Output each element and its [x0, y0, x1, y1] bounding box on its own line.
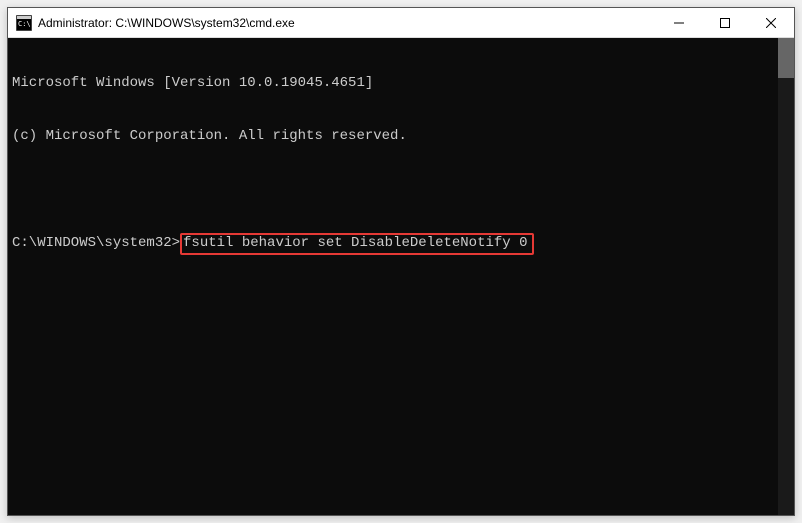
prompt-line: C:\WINDOWS\system32>fsutil behavior set …	[12, 233, 774, 256]
cmd-icon: C:\	[16, 15, 32, 31]
titlebar[interactable]: C:\ Administrator: C:\WINDOWS\system32\c…	[8, 8, 794, 38]
minimize-button[interactable]	[656, 8, 702, 37]
maximize-button[interactable]	[702, 8, 748, 37]
terminal-container: Microsoft Windows [Version 10.0.19045.46…	[8, 38, 794, 515]
scrollbar-thumb[interactable]	[778, 38, 794, 78]
cmd-window: C:\ Administrator: C:\WINDOWS\system32\c…	[7, 7, 795, 516]
svg-text:C:\: C:\	[18, 20, 31, 28]
window-controls	[656, 8, 794, 37]
close-button[interactable]	[748, 8, 794, 37]
command-text: fsutil behavior set DisableDeleteNotify …	[183, 235, 527, 251]
command-highlight: fsutil behavior set DisableDeleteNotify …	[180, 233, 533, 256]
version-line: Microsoft Windows [Version 10.0.19045.46…	[12, 75, 774, 93]
prompt-text: C:\WINDOWS\system32>	[12, 235, 180, 251]
terminal-output[interactable]: Microsoft Windows [Version 10.0.19045.46…	[8, 38, 778, 515]
window-title: Administrator: C:\WINDOWS\system32\cmd.e…	[38, 16, 656, 30]
copyright-line: (c) Microsoft Corporation. All rights re…	[12, 128, 774, 146]
blank-line	[12, 180, 774, 198]
vertical-scrollbar[interactable]	[778, 38, 794, 515]
